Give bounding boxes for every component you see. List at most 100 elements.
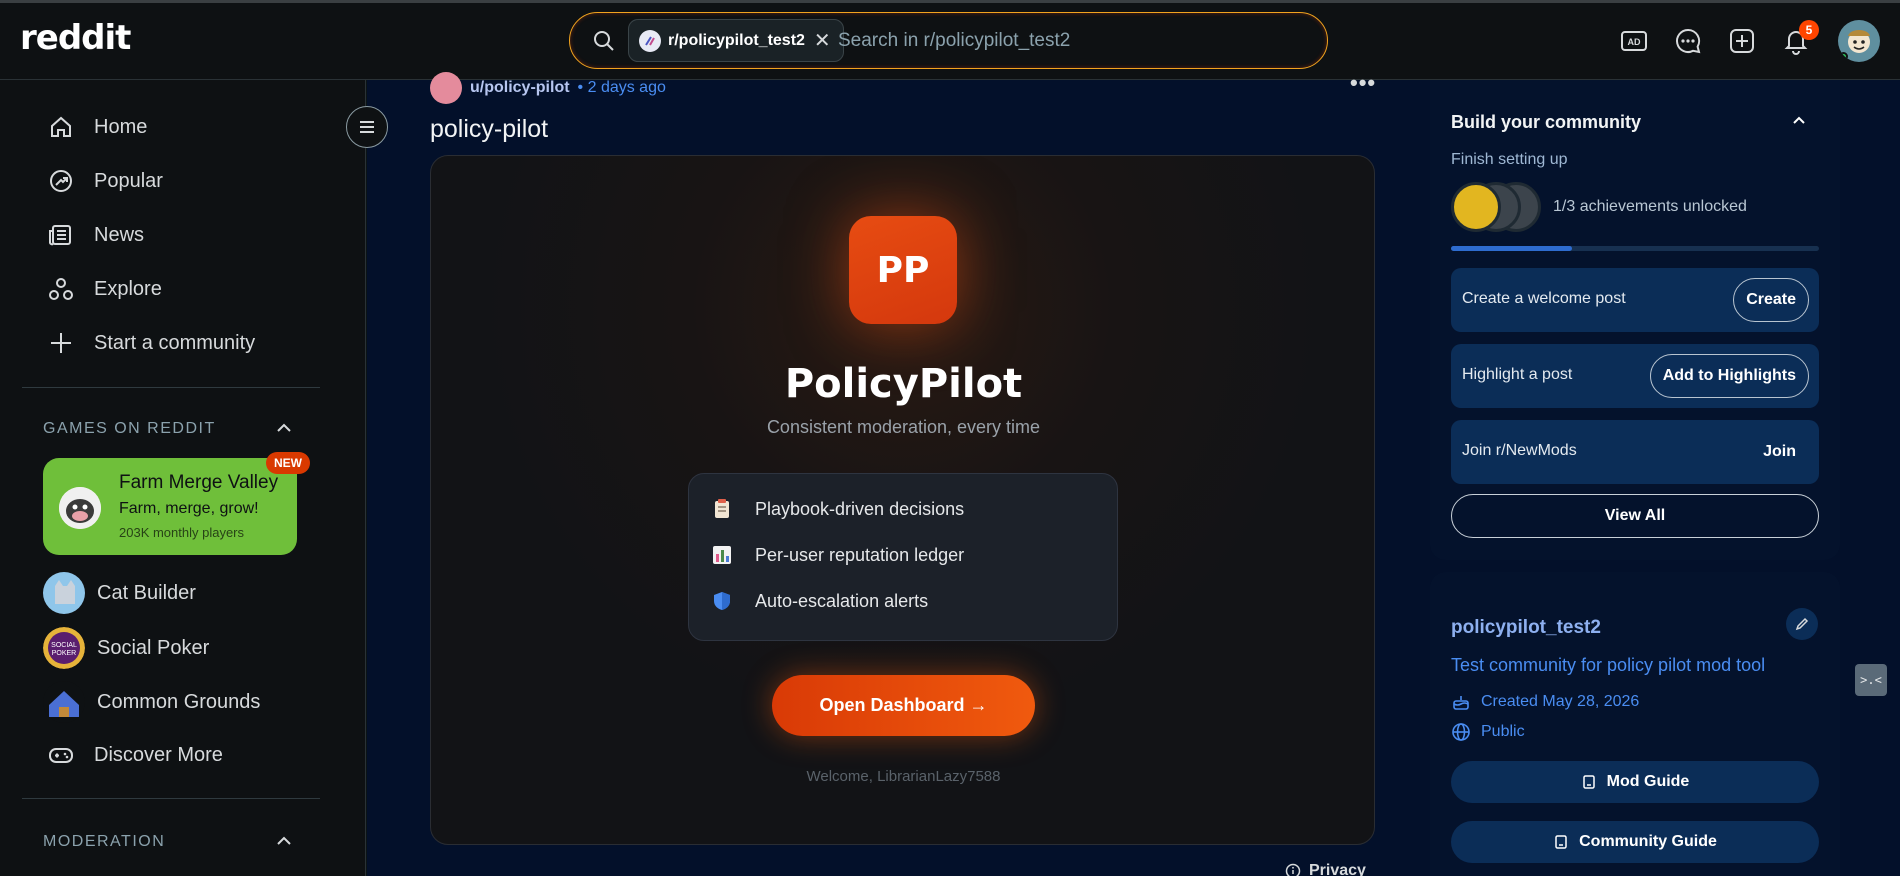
clipboard-icon — [715, 499, 729, 518]
search-input[interactable]: Search in r/policypilot_test2 — [838, 30, 1070, 52]
progress-fill — [1451, 246, 1573, 251]
open-dashboard-button[interactable]: Open Dashboard → — [772, 675, 1035, 736]
privacy-label: Privacy — [1309, 862, 1366, 876]
achievement-unlocked-icon — [1451, 182, 1501, 232]
sidebar-item-start-community[interactable]: Start a community — [48, 323, 255, 363]
sidebar-item-home[interactable]: Home — [48, 107, 147, 147]
sidebar-item-discover-more[interactable]: Discover More — [48, 735, 223, 775]
side-panel-toggle-icon[interactable]: >.< — [1855, 664, 1887, 696]
more-options-icon[interactable]: ••• — [1350, 70, 1376, 96]
post-title[interactable]: policy-pilot — [430, 115, 548, 144]
news-icon — [49, 225, 71, 246]
visibility-label: Public — [1481, 723, 1525, 740]
sidebar-divider — [22, 798, 320, 799]
task-create-welcome-post[interactable]: Create a welcome post Create — [1451, 268, 1819, 332]
app-title: PolicyPilot — [784, 361, 1023, 407]
book-icon — [1555, 835, 1567, 849]
chevron-up-icon[interactable] — [275, 832, 293, 850]
sidebar-item-label: Popular — [94, 169, 163, 192]
task-highlight-post[interactable]: Highlight a post Add to Highlights — [1451, 344, 1819, 408]
author-avatar[interactable] — [430, 72, 462, 104]
games-section-label[interactable]: GAMES ON REDDIT — [43, 420, 216, 438]
sidebar-item-explore[interactable]: Explore — [48, 269, 162, 309]
chat-icon[interactable] — [1673, 26, 1703, 56]
feature-label: Per-user reputation ledger — [755, 544, 965, 565]
feature-list: Playbook-driven decisions Per-user reput… — [688, 473, 1118, 641]
reddit-logo[interactable]: reddit — [20, 18, 131, 58]
chevron-up-icon[interactable] — [1790, 112, 1808, 130]
community-guide-button[interactable]: Community Guide — [1451, 821, 1819, 863]
subreddit-search-chip[interactable]: r/policypilot_test2 ✕ — [628, 19, 844, 62]
pencil-icon — [1795, 617, 1809, 631]
task-label: Create a welcome post — [1462, 290, 1626, 307]
create-post-icon[interactable] — [1727, 26, 1757, 56]
common-grounds-icon — [43, 681, 85, 723]
cat-builder-icon — [43, 572, 85, 614]
search-icon — [594, 31, 614, 51]
community-name[interactable]: policypilot_test2 — [1451, 617, 1601, 639]
community-guide-label: Community Guide — [1579, 833, 1717, 850]
shield-icon — [714, 592, 730, 610]
build-community-subtitle: Finish setting up — [1451, 151, 1568, 168]
featured-game-players: 203K monthly players — [119, 525, 245, 540]
book-icon — [1582, 775, 1595, 789]
sidebar-game-common-grounds[interactable]: Common Grounds — [43, 680, 260, 724]
sidebar-item-label: Discover More — [94, 743, 223, 766]
task-label: Join r/NewMods — [1462, 442, 1577, 459]
build-community-title: Build your community — [1451, 112, 1642, 132]
game-label: Social Poker — [97, 636, 210, 659]
add-to-highlights-button[interactable]: Add to Highlights — [1649, 354, 1809, 398]
sidebar-item-news[interactable]: News — [48, 215, 144, 255]
bar-chart-icon — [713, 546, 731, 564]
created-label: Created May 28, 2026 — [1481, 693, 1640, 710]
mod-guide-label: Mod Guide — [1606, 773, 1690, 790]
achievement-progress — [1451, 246, 1819, 251]
game-label: Common Grounds — [97, 690, 261, 713]
search-chip-label: r/policypilot_test2 — [668, 31, 805, 49]
policypilot-logo: PP — [849, 216, 957, 324]
post-time: • 2 days ago — [577, 79, 666, 96]
mod-guide-button[interactable]: Mod Guide — [1451, 761, 1819, 803]
welcome-text: Welcome, LibrarianLazy7588 — [806, 768, 1001, 785]
search-bar[interactable]: r/policypilot_test2 ✕ Search in r/policy… — [569, 12, 1328, 69]
post-author[interactable]: u/policy-pilot — [470, 79, 570, 97]
feature-item: Auto-escalation alerts — [711, 590, 928, 612]
home-icon — [51, 116, 71, 137]
task-join-newmods[interactable]: Join r/NewMods Join — [1451, 420, 1819, 484]
clear-chip-icon[interactable]: ✕ — [814, 28, 831, 53]
popular-icon — [50, 170, 72, 192]
user-avatar[interactable] — [1838, 20, 1880, 62]
game-label: Cat Builder — [97, 581, 196, 604]
task-label: Highlight a post — [1462, 366, 1573, 383]
chevron-up-icon[interactable] — [275, 419, 293, 437]
farm-merge-valley-icon — [59, 487, 101, 529]
svg-text:POKER: POKER — [52, 650, 77, 657]
view-all-button[interactable]: View All — [1451, 494, 1819, 538]
explore-icon — [49, 278, 73, 300]
new-badge: NEW — [266, 452, 310, 474]
sidebar-game-cat-builder[interactable]: Cat Builder — [43, 571, 196, 615]
featured-game-card[interactable]: Farm Merge Valley Farm, merge, grow! 203… — [43, 458, 297, 555]
app-tagline: Consistent moderation, every time — [766, 417, 1041, 437]
gamepad-icon — [49, 748, 73, 763]
edit-community-button[interactable] — [1786, 608, 1818, 640]
feature-label: Playbook-driven decisions — [755, 498, 965, 519]
policypilot-app-embed: PP PolicyPilot Consistent moderation, ev… — [430, 155, 1375, 845]
achievements-count: 1/3 achievements unlocked — [1553, 198, 1747, 215]
moderation-section-label[interactable]: MODERATION — [43, 833, 165, 851]
community-created: Created May 28, 2026 — [1451, 692, 1639, 712]
sidebar-game-social-poker[interactable]: SOCIAL POKER Social Poker — [43, 626, 209, 670]
sidebar-item-label: Start a community — [94, 331, 256, 354]
community-visibility: Public — [1451, 722, 1525, 742]
feature-label: Auto-escalation alerts — [755, 590, 929, 611]
sidebar-item-popular[interactable]: Popular — [48, 161, 163, 201]
join-button[interactable]: Join — [1750, 430, 1809, 474]
svg-text:AD: AD — [1628, 37, 1641, 47]
achievement-badges — [1451, 182, 1541, 232]
create-button[interactable]: Create — [1733, 278, 1809, 322]
globe-icon — [1452, 723, 1470, 741]
collapse-sidebar-button[interactable] — [346, 106, 388, 148]
ads-icon[interactable]: AD — [1619, 26, 1649, 56]
privacy-link[interactable]: Privacy — [1285, 862, 1366, 876]
svg-text:SOCIAL: SOCIAL — [51, 642, 77, 649]
